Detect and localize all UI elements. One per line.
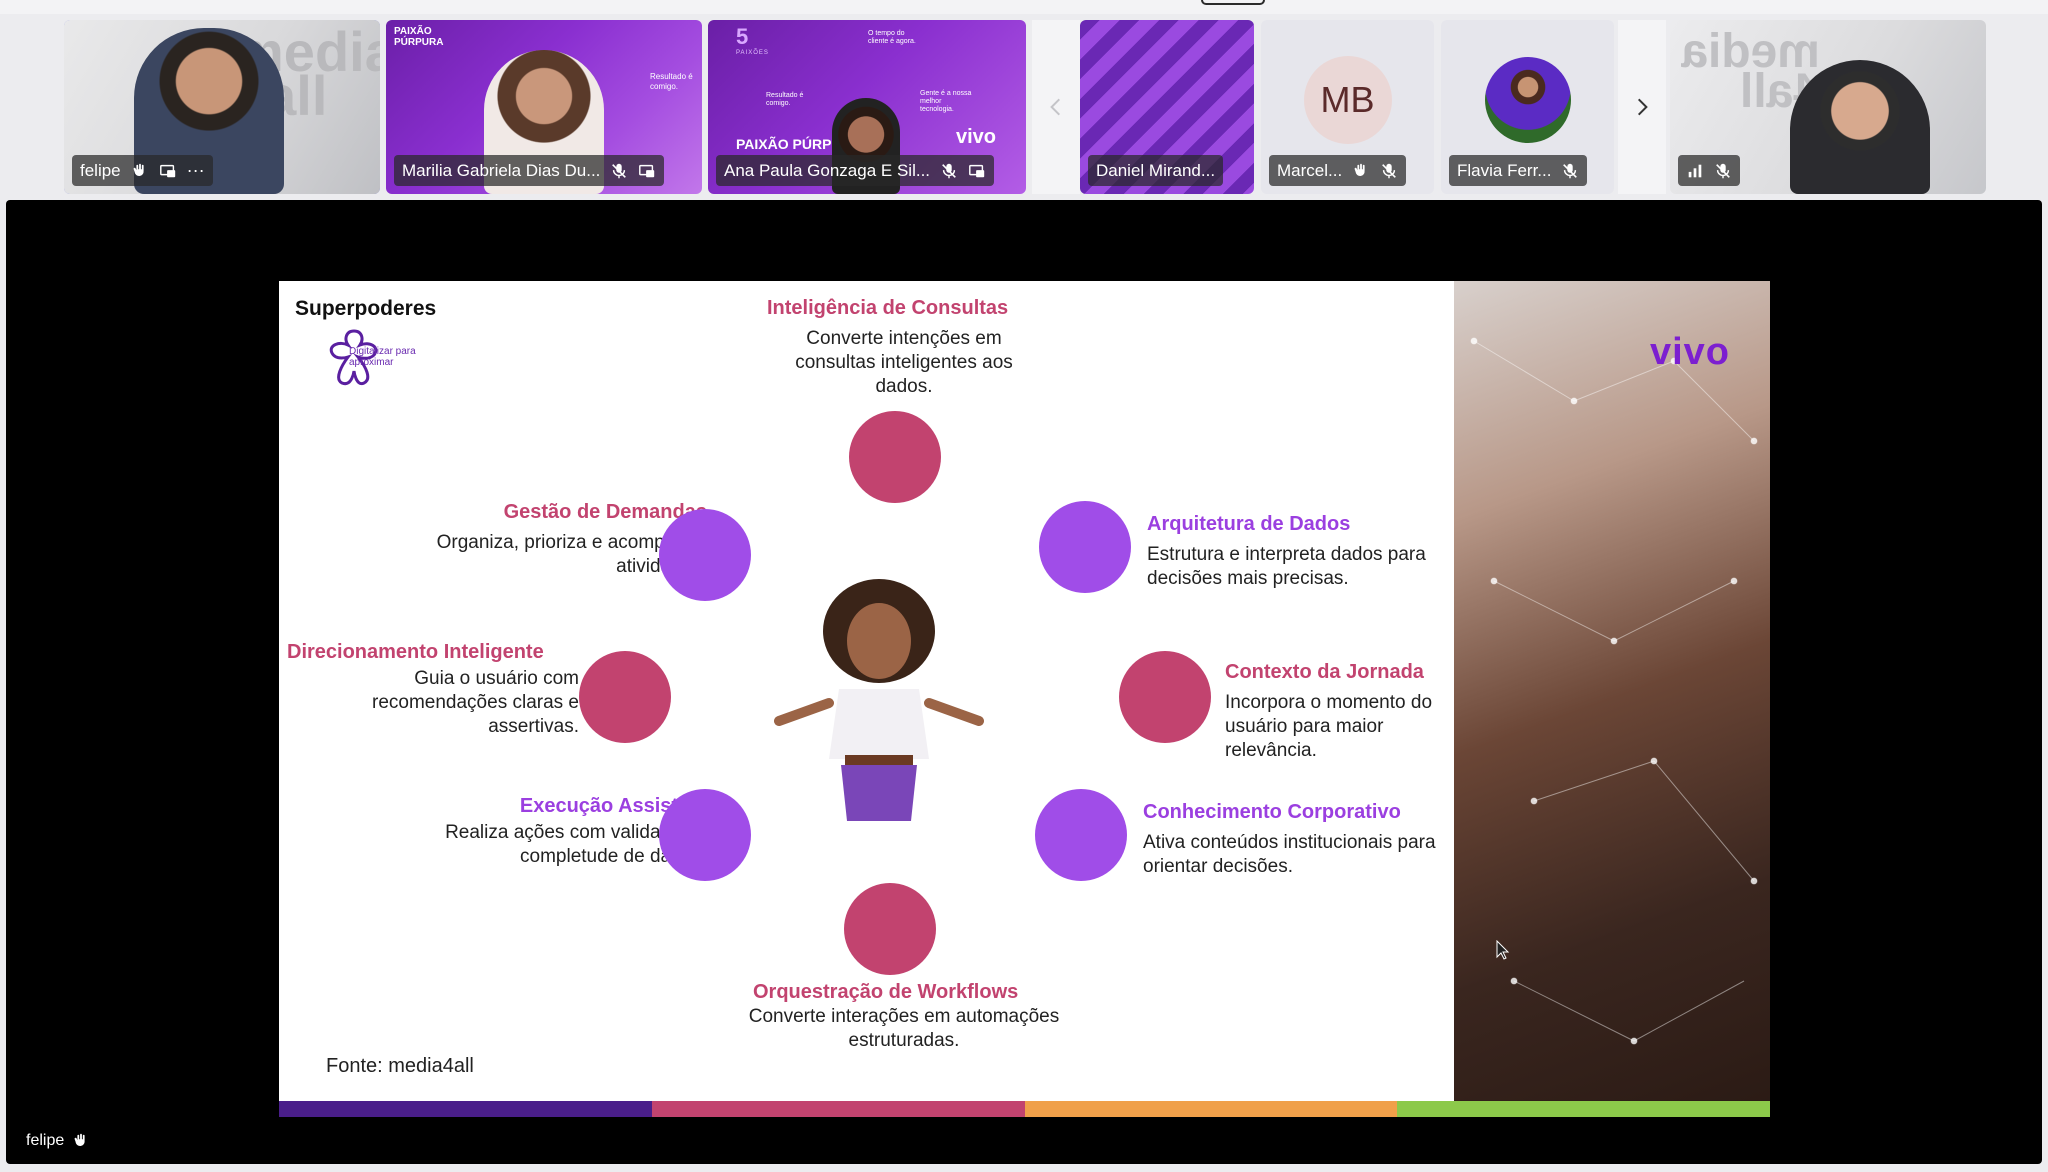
previous-page-button[interactable] xyxy=(1032,20,1080,194)
background-brand-text: PAIXÃO PÚRPU xyxy=(736,136,842,152)
power-description: Organiza, prioriza e acompanha atividade… xyxy=(436,532,707,577)
avatar xyxy=(1484,57,1571,144)
power-description: Guia o usuário com recomendações claras … xyxy=(372,668,579,737)
power-title: Contexto da Jornada xyxy=(1225,661,1424,683)
person-silhouette xyxy=(1790,60,1930,194)
participant-nametag: Marcel... xyxy=(1269,155,1407,186)
background-badge-text: Resultado é comigo. xyxy=(650,72,693,91)
power-circle xyxy=(1035,789,1127,881)
participant-name: Ana Paula Gonzaga E Sil... xyxy=(724,160,931,180)
participant-nametag: Daniel Mirand... xyxy=(1088,155,1224,186)
background-vivo-logo: vivo xyxy=(956,126,997,148)
participant-tile-flavia[interactable]: Flavia Ferr... xyxy=(1441,20,1614,194)
background-caption: Resultado é comigo. xyxy=(766,92,804,107)
slide-title: Superpoderes xyxy=(295,297,437,320)
power-title: Inteligência de Consultas xyxy=(767,297,1009,319)
chevron-right-icon xyxy=(1637,98,1648,116)
vivo-logo: vivo xyxy=(1649,331,1730,373)
raised-hand-icon xyxy=(1354,163,1365,176)
top-bar xyxy=(0,0,2048,14)
power-circle xyxy=(659,509,751,601)
participant-tile-unnamed[interactable]: media 4all xyxy=(1670,20,1986,194)
presenter-label: felipe xyxy=(26,1132,90,1150)
power-circle xyxy=(844,883,936,975)
power-title: Arquitetura de Dados xyxy=(1147,513,1351,535)
participant-nametag xyxy=(1678,155,1740,186)
participant-tile-marcel[interactable]: MB Marcel... xyxy=(1261,20,1434,194)
screen-share-icon xyxy=(969,164,985,177)
brand-tagline: Digitalizar para aproximar xyxy=(349,346,416,368)
participant-name: Marilia Gabriela Dias Du... xyxy=(402,160,601,180)
background-brand-text: PAIXÃO PÚRPURA xyxy=(394,26,444,48)
more-options-icon[interactable]: ··· xyxy=(187,160,205,181)
power-circle xyxy=(1039,501,1131,593)
signal-icon xyxy=(1688,164,1702,177)
brand-stripe xyxy=(279,1101,1770,1117)
shared-screen: Superpoderes Digitalizar para aproximar … xyxy=(6,200,2042,1164)
power-description: Estrutura e interpreta dados para decisõ… xyxy=(1147,544,1426,589)
mic-off-icon xyxy=(1563,163,1578,178)
participant-tile-marilia[interactable]: PAIXÃO PÚRPURA Resultado é comigo. Maril… xyxy=(386,20,702,194)
participant-tile-ana-paula[interactable]: 5 PAIXÕES O tempo do cliente é agora. Ge… xyxy=(708,20,1026,194)
power-title: Conhecimento Corporativo xyxy=(1143,801,1401,823)
participant-nametag: Ana Paula Gonzaga E Sil... xyxy=(716,155,995,186)
power-description: Converte intenções em consultas intelige… xyxy=(795,328,1013,397)
power-description: Incorpora o momento do usuário para maio… xyxy=(1225,692,1433,761)
slide-source: Fonte: media4all xyxy=(326,1055,474,1077)
next-page-button[interactable] xyxy=(1618,20,1666,194)
participant-nametag: Flavia Ferr... xyxy=(1449,155,1588,186)
participant-name: Flavia Ferr... xyxy=(1457,160,1552,180)
participant-tile-daniel[interactable]: Daniel Mirand... xyxy=(1080,20,1254,194)
participant-tile-felipe[interactable]: media 4all felipe ··· xyxy=(64,20,380,194)
participant-nametag: felipe ··· xyxy=(72,155,213,186)
background-caption: O tempo do cliente é agora. xyxy=(868,30,916,45)
mic-off-icon xyxy=(1382,163,1397,178)
window-notch xyxy=(1201,0,1265,5)
participant-name: felipe xyxy=(80,160,121,180)
background-number: 5 xyxy=(736,24,749,49)
avatar-illustration xyxy=(774,579,984,821)
stripe-segment xyxy=(279,1101,652,1117)
power-circle xyxy=(579,651,671,743)
mouse-cursor-icon xyxy=(1496,940,1510,960)
power-circle xyxy=(659,789,751,881)
power-description: Converte interações em automações estrut… xyxy=(748,1006,1060,1051)
background-caption: Gente é a nossa melhor tecnologia. xyxy=(920,90,972,113)
mic-off-icon xyxy=(612,163,627,178)
people-photo: vivo xyxy=(1454,281,1770,1117)
screen-share-icon xyxy=(639,164,655,177)
raised-hand-icon xyxy=(74,1133,85,1146)
power-circle xyxy=(1119,651,1211,743)
power-title: Orquestração de Workflows xyxy=(753,981,1019,1003)
stripe-segment xyxy=(1397,1101,1770,1117)
background-number-caption: PAIXÕES xyxy=(736,50,769,56)
participant-name: Marcel... xyxy=(1277,160,1343,180)
stripe-segment xyxy=(1024,1101,1398,1117)
mic-off-icon xyxy=(1716,163,1730,178)
chevron-left-icon xyxy=(1050,98,1061,116)
screen-share-icon xyxy=(159,164,175,177)
mic-off-icon xyxy=(942,163,956,178)
participant-nametag: Marilia Gabriela Dias Du... xyxy=(394,155,665,186)
presenter-name: felipe xyxy=(26,1132,65,1149)
participant-name: Daniel Mirand... xyxy=(1096,160,1216,180)
power-title: Direcionamento Inteligente xyxy=(287,641,544,663)
stripe-segment xyxy=(651,1101,1025,1117)
raised-hand-icon xyxy=(133,163,144,176)
presentation-slide: Superpoderes Digitalizar para aproximar … xyxy=(279,281,1770,1117)
power-description: Ativa conteúdos institucionais para orie… xyxy=(1143,832,1436,877)
network-lines xyxy=(1470,337,1758,1045)
avatar: MB xyxy=(1303,56,1392,145)
power-circle xyxy=(849,411,941,503)
